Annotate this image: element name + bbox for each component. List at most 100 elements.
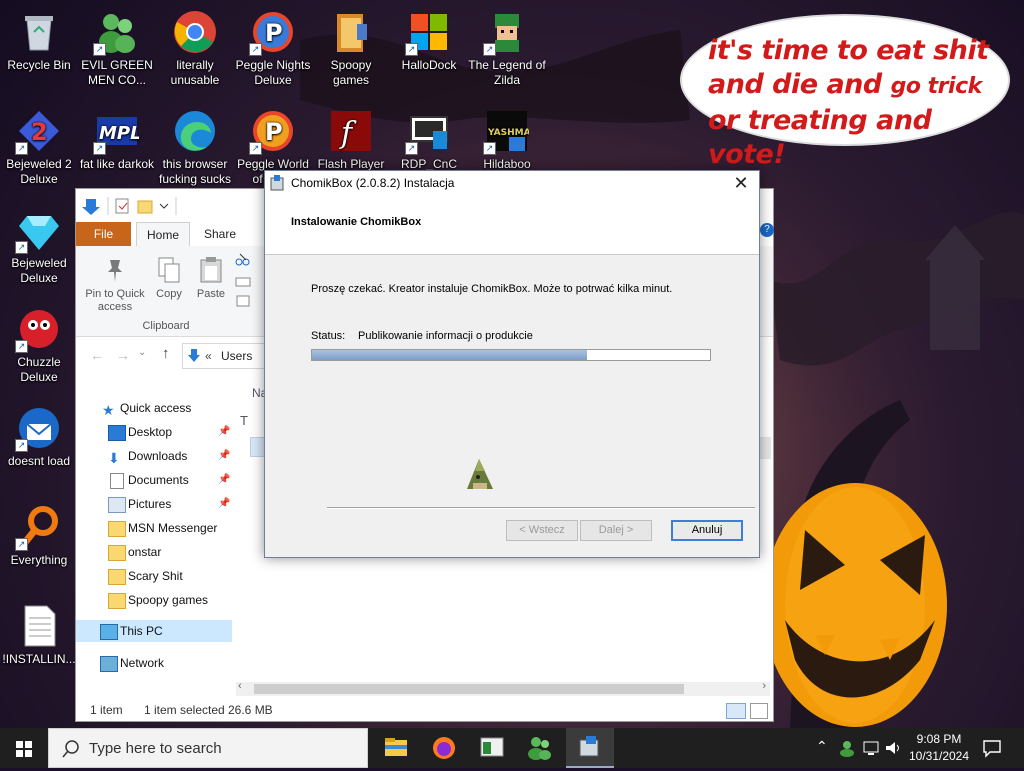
desktop-icon-literally-unusable[interactable]: literally unusable bbox=[156, 4, 234, 88]
scissors-icon bbox=[235, 253, 251, 307]
notification-center-icon[interactable] bbox=[982, 738, 1002, 758]
desktop-icon-bejeweled-deluxe[interactable]: ↗ Bejeweled Deluxe bbox=[0, 202, 78, 286]
nav-documents[interactable]: Documents 📌 bbox=[76, 469, 232, 491]
desktop-icon-installing-txt[interactable]: !INSTALLIN... bbox=[0, 598, 78, 667]
start-button[interactable] bbox=[0, 728, 48, 768]
cancel-button[interactable]: Anuluj bbox=[671, 520, 743, 541]
tab-home[interactable]: Home bbox=[136, 222, 191, 247]
desktop-icon-bejeweled-2[interactable]: 2 ↗ Bejeweled 2 Deluxe bbox=[0, 103, 78, 187]
back-arrow-icon[interactable]: ← bbox=[90, 347, 104, 363]
cut-small-icons[interactable] bbox=[234, 252, 252, 312]
install-progress-bar bbox=[311, 349, 711, 361]
shortcut-arrow-icon: ↗ bbox=[483, 142, 496, 155]
desktop-icon-hallodock[interactable]: ↗ HalloDock bbox=[390, 4, 468, 73]
horizontal-scrollbar[interactable]: ‹ › bbox=[236, 680, 770, 696]
taskbar-window-app[interactable] bbox=[468, 728, 516, 768]
taskbar-installer[interactable] bbox=[566, 728, 614, 768]
recent-chevron-icon[interactable]: ⌄ bbox=[138, 347, 146, 358]
yashma-icon: YASHMA ↗ bbox=[483, 109, 531, 155]
scrollbar-thumb[interactable] bbox=[254, 684, 684, 694]
nav-this-pc[interactable]: This PC bbox=[76, 620, 232, 642]
folder-icon bbox=[108, 521, 126, 537]
back-button[interactable]: < Wstecz bbox=[506, 520, 578, 541]
installer-dialog[interactable]: ChomikBox (2.0.8.2) Instalacja ✕ Instalo… bbox=[264, 170, 760, 558]
taskbar-firefox[interactable] bbox=[420, 728, 468, 768]
jack-o-lantern-image bbox=[763, 483, 947, 727]
next-button[interactable]: Dalej > bbox=[580, 520, 652, 541]
firefox-icon bbox=[433, 737, 455, 759]
tray-volume-icon[interactable] bbox=[884, 739, 902, 757]
download-folder-icon bbox=[188, 349, 200, 362]
nav-msn-messenger[interactable]: MSN Messenger bbox=[76, 517, 232, 539]
desktop-icon-label: !INSTALLIN... bbox=[2, 652, 76, 666]
shortcut-arrow-icon: ↗ bbox=[249, 43, 262, 56]
pin-icon: 📌 bbox=[218, 426, 231, 437]
dialog-titlebar[interactable]: ChomikBox (2.0.8.2) Instalacja ✕ bbox=[265, 171, 759, 195]
shortcut-arrow-icon: ↗ bbox=[483, 43, 496, 56]
desktop-icon-flash-player[interactable]: f Flash Player bbox=[312, 103, 390, 172]
tab-file[interactable]: File bbox=[76, 222, 131, 246]
clipboard-group-label: Clipboard bbox=[142, 320, 190, 332]
desktop-icon-spoopy-games[interactable]: Spoopy games bbox=[312, 4, 390, 88]
network-icon bbox=[100, 656, 118, 672]
up-arrow-icon[interactable]: ↑ bbox=[162, 345, 170, 362]
folder-icon bbox=[108, 593, 126, 609]
mpl-icon: MPL ↗ bbox=[93, 109, 142, 155]
nav-network[interactable]: Network bbox=[76, 652, 232, 674]
taskbar-clock[interactable]: 9:08 PM 10/31/2024 bbox=[906, 731, 972, 765]
desktop-icon-label: literally unusable bbox=[170, 58, 220, 87]
shortcut-arrow-icon: ↗ bbox=[15, 142, 28, 155]
desktop-icon-legend-of-zilda[interactable]: ↗ The Legend of Zilda bbox=[468, 4, 546, 88]
pin-to-quick-access-button[interactable]: Pin to Quick access bbox=[82, 256, 148, 314]
nav-pictures[interactable]: Pictures 📌 bbox=[76, 493, 232, 515]
scroll-left-icon[interactable]: ‹ bbox=[238, 680, 242, 692]
desktop-icon-peggle-nights[interactable]: P ↗ Peggle Nights Deluxe bbox=[234, 4, 312, 88]
desktop-icon-fat-like-darkok[interactable]: MPL ↗ fat like darkok bbox=[78, 103, 156, 172]
tray-network-icon[interactable] bbox=[862, 739, 880, 757]
desktop-folder-icon bbox=[108, 425, 126, 441]
details-view-icon[interactable] bbox=[726, 703, 746, 719]
tray-overflow-chevron-icon[interactable]: ⌃ bbox=[816, 738, 828, 755]
help-icon[interactable]: ? bbox=[760, 223, 774, 237]
dialog-separator bbox=[327, 507, 755, 509]
nav-label: Documents bbox=[128, 473, 189, 487]
taskbar-search-box[interactable]: Type here to search bbox=[48, 728, 368, 768]
paste-button[interactable]: Paste bbox=[194, 256, 228, 301]
desktop-icon-everything[interactable]: ↗ Everything bbox=[0, 499, 78, 568]
nav-label: Network bbox=[120, 656, 165, 670]
breadcrumb-users[interactable]: Users bbox=[221, 349, 252, 363]
taskbar-msn-messenger[interactable] bbox=[516, 728, 564, 768]
address-bar[interactable]: « Users bbox=[182, 343, 268, 369]
tab-share[interactable]: Share bbox=[194, 222, 246, 246]
scroll-right-icon[interactable]: › bbox=[762, 680, 766, 692]
desktop-icon-label: this browser fucking sucks bbox=[158, 157, 232, 186]
chrome-icon bbox=[173, 10, 217, 54]
copy-button[interactable]: Copy bbox=[152, 256, 186, 301]
desktop-icon-label: The Legend of Zilda bbox=[468, 58, 546, 87]
tray-msn-icon[interactable] bbox=[838, 739, 856, 757]
desktop-icon-hildaboo[interactable]: YASHMA ↗ Hildaboo bbox=[468, 103, 546, 172]
nav-label: onstar bbox=[128, 545, 162, 559]
nav-onstar[interactable]: onstar bbox=[76, 541, 232, 563]
desktop-icon-chuzzle-deluxe[interactable]: ↗ Chuzzle Deluxe bbox=[0, 301, 78, 385]
desktop-icon-label: EVIL GREEN MEN CO... bbox=[81, 58, 153, 87]
nav-downloads[interactable]: ⬇ Downloads 📌 bbox=[76, 445, 232, 467]
forward-arrow-icon[interactable]: → bbox=[116, 347, 130, 363]
bubble-line-2b: go trick bbox=[890, 74, 983, 99]
desktop-icon-label: Everything bbox=[10, 553, 68, 567]
shortcut-arrow-icon: ↗ bbox=[249, 142, 262, 155]
nav-scary-shit[interactable]: Scary Shit bbox=[76, 565, 232, 587]
large-icons-view-icon[interactable] bbox=[750, 703, 768, 719]
taskbar-file-explorer[interactable] bbox=[372, 728, 420, 768]
desktop-icon-evil-green-men[interactable]: ↗ EVIL GREEN MEN CO... bbox=[78, 4, 156, 88]
dialog-heading: Instalowanie ChomikBox bbox=[291, 216, 422, 228]
desktop-icon-edge[interactable]: this browser fucking sucks bbox=[156, 103, 234, 187]
close-button[interactable]: ✕ bbox=[731, 173, 751, 193]
desktop-icon-thunderbird[interactable]: ↗ doesnt load bbox=[0, 400, 78, 469]
nav-quick-access[interactable]: ★ Quick access bbox=[76, 397, 232, 419]
nav-spoopy-games[interactable]: Spoopy games bbox=[76, 589, 232, 611]
desktop-icon-rdp-cnc[interactable]: ↗ RDP_CnC bbox=[390, 103, 468, 172]
desktop-icon-recycle-bin[interactable]: Recycle Bin bbox=[0, 4, 78, 73]
folder-icon bbox=[329, 10, 373, 54]
nav-desktop[interactable]: Desktop 📌 bbox=[76, 421, 232, 443]
